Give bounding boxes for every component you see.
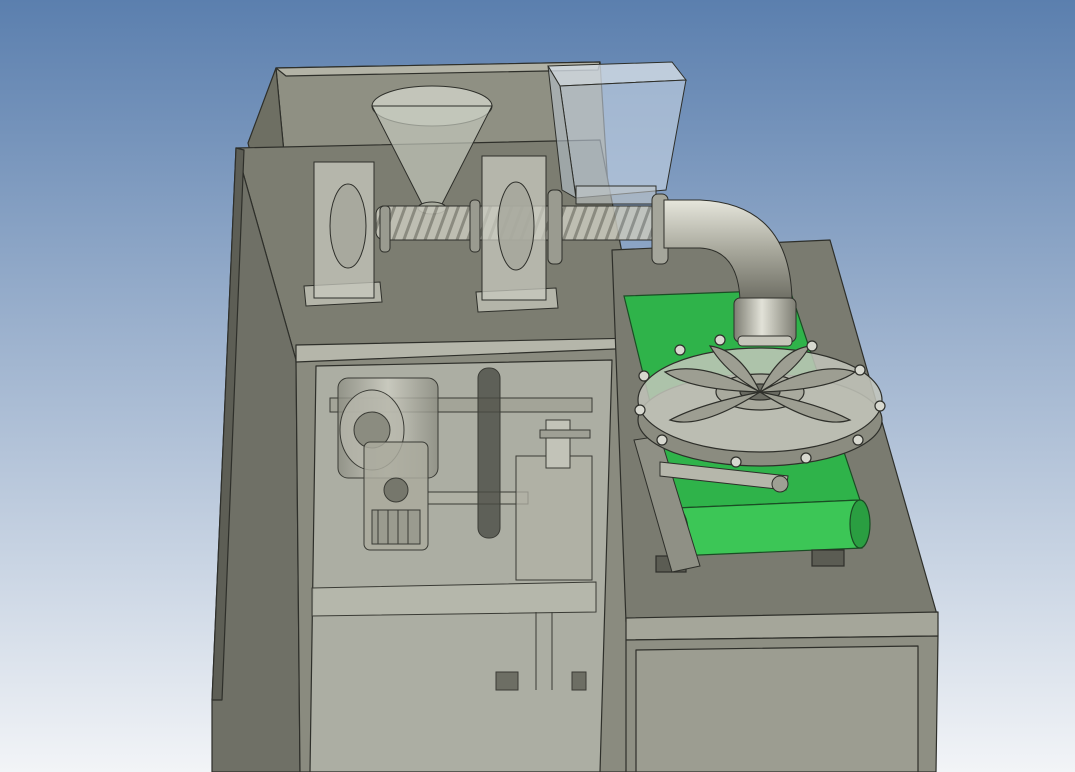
drive-belt	[477, 367, 501, 539]
cad-3d-viewport[interactable]	[0, 0, 1075, 772]
glass-hopper	[547, 61, 687, 205]
bearing-block	[515, 455, 593, 581]
